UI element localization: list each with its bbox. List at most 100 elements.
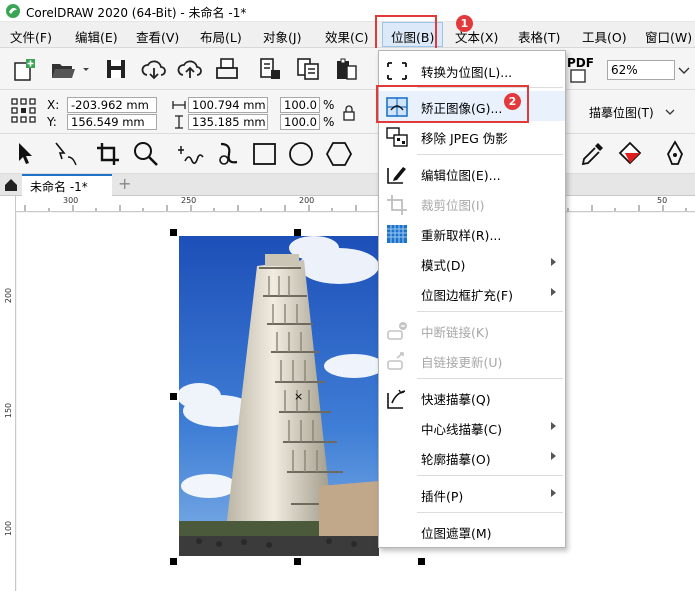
menu-table[interactable]: 表格(T): [518, 27, 560, 46]
open-document-icon[interactable]: [50, 60, 90, 80]
add-document-tab-button[interactable]: +: [118, 174, 131, 193]
export-icon[interactable]: [296, 57, 322, 81]
title-bar: CorelDRAW 2020 (64-Bit) - 未命名 -1*: [0, 0, 695, 22]
lock-ratio-icon[interactable]: [342, 105, 356, 121]
menu-item-quick-trace[interactable]: 快速描摹(Q): [379, 382, 565, 412]
menu-tools[interactable]: 工具(O): [582, 27, 627, 46]
menu-item-label: 快速描摹(Q): [421, 392, 491, 407]
eyedropper-tool-icon[interactable]: [580, 140, 606, 168]
menu-item-edit-bitmap[interactable]: 编辑位图(E)...: [379, 158, 565, 188]
selection-handle[interactable]: [170, 558, 177, 565]
menu-item-plugins[interactable]: 插件(P): [379, 479, 565, 509]
coreldraw-window: { "window": {"title": "CorelDRAW 2020 (6…: [0, 0, 695, 591]
ellipse-tool-icon[interactable]: [288, 141, 316, 167]
menu-separator: [417, 154, 563, 155]
selection-handle[interactable]: [418, 558, 425, 565]
menu-item-crop-bitmap[interactable]: 裁剪位图(I): [379, 188, 565, 218]
menu-item-outline-trace[interactable]: 轮廓描摹(O): [379, 442, 565, 472]
scale-height-field[interactable]: 100.0: [280, 114, 320, 130]
pen-tool-icon[interactable]: [663, 140, 687, 168]
selection-handle[interactable]: [170, 393, 177, 400]
menu-separator: [417, 378, 563, 379]
print-icon[interactable]: [214, 57, 240, 81]
y-label: Y:: [47, 115, 57, 129]
shape-tool-icon[interactable]: [52, 141, 80, 167]
menu-item-bitmap-mask[interactable]: 位图遮罩(M): [379, 516, 565, 546]
submenu-arrow-icon: [551, 489, 556, 497]
coreldraw-logo-icon: [6, 4, 20, 18]
new-document-icon[interactable]: [12, 58, 38, 82]
selection-handle[interactable]: [294, 229, 301, 236]
height-icon: [175, 115, 183, 129]
menu-bar: 文件(F) 编辑(E) 查看(V) 布局(L) 对象(J) 效果(C) 位图(B…: [0, 22, 695, 48]
crop-tool-icon[interactable]: [95, 141, 121, 167]
menu-separator: [417, 475, 563, 476]
menu-window[interactable]: 窗口(W): [645, 27, 692, 46]
selection-handle[interactable]: [294, 558, 301, 565]
menu-layout[interactable]: 布局(L): [200, 27, 242, 46]
rectangle-tool-icon[interactable]: [252, 142, 278, 166]
height-field[interactable]: 135.185 mm: [188, 114, 268, 130]
step-badge-2: 2: [504, 93, 521, 110]
property-bar: X: Y: -203.962 mm 156.549 mm 100.794 mm …: [0, 90, 695, 134]
edit-bitmap-icon: [387, 167, 406, 184]
interactive-fill-tool-icon[interactable]: [617, 140, 645, 168]
menu-edit[interactable]: 编辑(E): [75, 27, 118, 46]
menu-item-bitmap-border-expansion[interactable]: 位图边框扩充(F): [379, 278, 565, 308]
polygon-tool-icon[interactable]: [325, 141, 353, 167]
x-label: X:: [47, 98, 60, 112]
home-icon[interactable]: [3, 177, 19, 193]
artistic-media-tool-icon[interactable]: [215, 140, 241, 168]
menu-item-label: 位图遮罩(M): [421, 526, 492, 541]
y-position-field[interactable]: 156.549 mm: [67, 114, 157, 130]
save-icon[interactable]: [105, 58, 127, 80]
x-position-field[interactable]: -203.962 mm: [67, 97, 157, 113]
horizontal-ruler: 300 250 200 150 100 50: [16, 196, 695, 212]
crop-bitmap-icon: [387, 195, 407, 215]
trace-bitmap-button[interactable]: 描摹位图(T): [589, 104, 654, 121]
ruler-tick-label: 100: [4, 520, 14, 537]
pick-tool-icon[interactable]: [14, 141, 36, 167]
menu-view[interactable]: 查看(V): [136, 27, 179, 46]
menu-item-label: 模式(D): [421, 258, 466, 273]
menu-item-label: 位图边框扩充(F): [421, 288, 513, 303]
import-icon[interactable]: [258, 57, 282, 81]
toolbox: [0, 134, 695, 174]
document-tab-bar: 未命名 -1* +: [0, 174, 695, 196]
scale-width-field[interactable]: 100.0: [280, 97, 320, 113]
ruler-tick-label: 300: [63, 196, 79, 205]
menu-item-label: 插件(P): [421, 489, 464, 504]
break-link-icon: [387, 322, 407, 340]
cloud-upload-icon[interactable]: [177, 58, 203, 80]
trace-dropdown-chevron-icon[interactable]: [665, 109, 675, 117]
cloud-download-icon[interactable]: [141, 58, 167, 80]
selection-handle[interactable]: [170, 229, 177, 236]
leaning-tower-bitmap[interactable]: [179, 236, 379, 556]
menu-separator: [417, 311, 563, 312]
menu-item-mode[interactable]: 模式(D): [379, 248, 565, 278]
menu-item-break-link[interactable]: 中断链接(K): [379, 315, 565, 345]
zoom-dropdown-chevron-icon[interactable]: [678, 66, 690, 76]
zoom-tool-icon[interactable]: [132, 140, 160, 168]
submenu-arrow-icon: [551, 452, 556, 460]
ruler-tick-label: 150: [4, 402, 14, 419]
clipboard-icon[interactable]: [334, 57, 360, 81]
menu-object[interactable]: 对象(J): [263, 27, 301, 46]
object-origin-icon[interactable]: [11, 98, 37, 124]
menu-item-resample[interactable]: 重新取样(R)...: [379, 218, 565, 248]
ruler-ticks: [24, 205, 687, 211]
zoom-level-field[interactable]: 62%: [607, 60, 675, 80]
ruler-tick-label: 50: [657, 196, 668, 205]
menu-item-remove-jpeg-artifacts[interactable]: 移除 JPEG 伪影: [379, 121, 565, 151]
menu-effects[interactable]: 效果(C): [325, 27, 368, 46]
width-field[interactable]: 100.794 mm: [188, 97, 268, 113]
document-tab-label: 未命名 -1*: [30, 180, 88, 194]
menu-item-centerline-trace[interactable]: 中心线描摹(C): [379, 412, 565, 442]
menu-item-label: 转换为位图(L)...: [421, 65, 513, 80]
freehand-tool-icon[interactable]: [178, 141, 206, 167]
document-tab[interactable]: 未命名 -1*: [22, 174, 112, 196]
menu-item-convert-to-bitmap[interactable]: 转换为位图(L)...: [379, 55, 565, 85]
menu-file[interactable]: 文件(F): [10, 27, 52, 46]
menu-item-update-link[interactable]: 自链接更新(U): [379, 345, 565, 375]
menu-item-label: 中断链接(K): [421, 325, 489, 340]
